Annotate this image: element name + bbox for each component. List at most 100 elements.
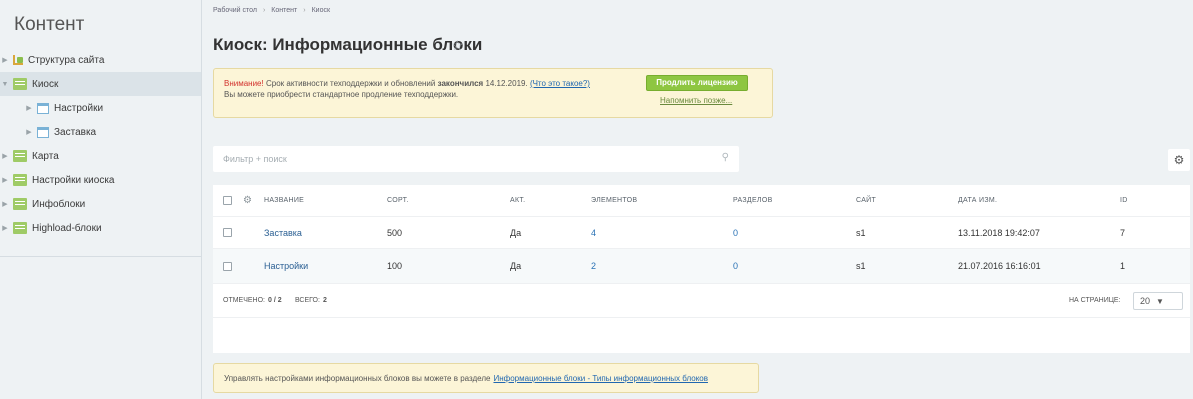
column-header-date[interactable]: ДАТА ИЗМ.	[958, 185, 997, 216]
sidebar-item-label: Инфоблоки	[32, 198, 86, 210]
notice-warning-word: Внимание!	[224, 79, 264, 88]
breadcrumb-item-kiosk[interactable]: Киоск	[312, 7, 330, 14]
sidebar-item-splash[interactable]: ▶ Заставка	[0, 120, 201, 144]
infoblocks-icon	[13, 198, 27, 210]
row-sections-link[interactable]: 0	[733, 217, 738, 248]
notice-line-2: Вы можете приобрести стандартное продлен…	[224, 90, 459, 99]
remind-later-link[interactable]: Напомнить позже...	[660, 96, 732, 105]
sidebar-item-label: Структура сайта	[28, 54, 105, 66]
sidebar-item-map[interactable]: ▶ Карта	[0, 144, 201, 168]
extend-license-button[interactable]: Продлить лицензию	[646, 75, 748, 91]
row-sort: 100	[387, 261, 403, 271]
column-header-elements[interactable]: ЭЛЕМЕНТОВ	[591, 185, 637, 216]
breadcrumb-separator-icon: ›	[262, 7, 266, 14]
row-id: 1	[1120, 261, 1126, 271]
notice-bold-text: закончился	[437, 79, 484, 88]
search-icon[interactable]: ⚲	[722, 152, 729, 163]
favorite-star-icon[interactable]: ☆	[451, 37, 464, 54]
table-footer: ОТМЕЧЕНО: 0 / 2 ВСЕГО: 2 НА СТРАНИЦЕ: 20…	[213, 284, 1190, 318]
site-structure-icon	[13, 55, 23, 65]
sidebar-item-site-structure[interactable]: ▶ Структура сайта	[0, 48, 201, 72]
infoblock-icon	[37, 126, 49, 138]
settings-gear-icon[interactable]: ⚙	[1168, 149, 1190, 171]
sidebar-item-label: Настройки киоска	[32, 174, 115, 186]
per-page-value: 20	[1140, 296, 1151, 306]
total-label: ВСЕГО:	[295, 297, 320, 304]
row-sections-link[interactable]: 0	[733, 249, 738, 283]
sidebar-title: Контент	[14, 14, 85, 35]
row-date: 13.11.2018 19:42:07	[958, 227, 1040, 238]
sidebar: Контент ▶ Структура сайта ▼ Киоск ▶ Наст…	[0, 0, 202, 399]
sidebar-item-label: Настройки	[54, 102, 104, 114]
row-checkbox[interactable]	[223, 261, 232, 271]
sidebar-item-highload[interactable]: ▶ Highload-блоки	[0, 216, 201, 240]
total-value: 2	[322, 297, 327, 304]
sidebar-item-label: Highload-блоки	[32, 222, 102, 234]
checked-value: 0 / 2	[268, 297, 282, 304]
total-counter: ВСЕГО: 2	[295, 284, 327, 317]
column-header-sections[interactable]: РАЗДЕЛОВ	[733, 185, 773, 216]
row-active: Да	[510, 227, 522, 238]
column-header-name[interactable]: НАЗВАНИЕ	[264, 185, 304, 216]
breadcrumb-separator-icon: ›	[303, 7, 306, 14]
filter-placeholder: Фильтр + поиск	[223, 154, 287, 164]
infoblocks-table: ⚙ НАЗВАНИЕ СОРТ. АКТ. ЭЛЕМЕНТОВ РАЗДЕЛОВ…	[213, 185, 1190, 353]
row-name-link[interactable]: Настройки	[264, 249, 308, 283]
table-header-row: ⚙ НАЗВАНИЕ СОРТ. АКТ. ЭЛЕМЕНТОВ РАЗДЕЛОВ…	[213, 185, 1190, 217]
breadcrumb-item-desktop[interactable]: Рабочий стол	[213, 7, 257, 14]
select-all-checkbox[interactable]	[223, 196, 232, 205]
column-header-site[interactable]: САЙТ	[856, 185, 876, 216]
notice-date: 14.12.2019.	[485, 79, 528, 88]
row-checkbox[interactable]	[223, 228, 232, 237]
per-page-select[interactable]: 20 ▼	[1133, 292, 1183, 310]
row-elements-link[interactable]: 4	[591, 217, 596, 248]
sidebar-item-settings[interactable]: ▶ Настройки	[0, 96, 201, 120]
breadcrumb-item-content[interactable]: Контент	[271, 7, 297, 14]
row-id: 7	[1120, 227, 1126, 238]
row-elements-link[interactable]: 2	[591, 249, 596, 283]
breadcrumb: Рабочий стол › Контент › Киоск	[213, 7, 330, 14]
column-header-sort[interactable]: СОРТ.	[387, 185, 409, 216]
expand-arrow-icon[interactable]: ▶	[24, 128, 34, 136]
table-row[interactable]: Заставка 500 Да 4 0 s1 13.11.2018 19:42:…	[213, 217, 1190, 249]
expand-arrow-icon[interactable]: ▶	[0, 152, 10, 160]
expand-arrow-icon[interactable]: ▶	[0, 56, 10, 64]
what-is-this-link[interactable]: (Что это такое?)	[530, 79, 590, 88]
sidebar-divider	[0, 256, 201, 257]
row-site: s1	[856, 261, 866, 271]
column-header-active[interactable]: АКТ.	[510, 185, 525, 216]
per-page-label: НА СТРАНИЦЕ:	[1069, 297, 1121, 304]
highload-icon	[13, 222, 27, 234]
bottom-notice-text: Управлять настройками информационных бло…	[224, 373, 491, 383]
sidebar-item-label: Карта	[32, 150, 59, 162]
row-site: s1	[856, 227, 866, 238]
sidebar-item-infoblocks[interactable]: ▶ Инфоблоки	[0, 192, 201, 216]
infoblock-icon	[37, 102, 49, 114]
expand-arrow-icon[interactable]: ▶	[0, 176, 10, 184]
checked-counter: ОТМЕЧЕНО: 0 / 2	[223, 284, 282, 317]
infoblock-types-link[interactable]: Информационные блоки - Типы информационн…	[493, 374, 708, 383]
row-settings-gear-icon[interactable]: ⚙	[243, 185, 252, 216]
collapse-arrow-icon[interactable]: ▼	[0, 81, 10, 88]
row-date: 21.07.2016 16:16:01	[958, 261, 1041, 271]
infoblock-type-icon	[13, 174, 27, 186]
license-warning-notice: Внимание! Срок активности техподдержки и…	[213, 68, 773, 118]
filter-search-input[interactable]: Фильтр + поиск ⚲	[213, 146, 739, 172]
notice-line-1: Внимание! Срок активности техподдержки и…	[224, 79, 590, 88]
infoblock-type-icon	[13, 150, 27, 162]
row-name-link[interactable]: Заставка	[264, 217, 302, 248]
checked-label: ОТМЕЧЕНО:	[223, 297, 265, 304]
column-header-id[interactable]: ID	[1120, 185, 1128, 216]
sidebar-item-kiosk[interactable]: ▼ Киоск	[0, 72, 201, 96]
sidebar-item-kiosk-settings[interactable]: ▶ Настройки киоска	[0, 168, 201, 192]
sidebar-item-label: Киоск	[32, 78, 59, 90]
notice-text: Срок активности техподдержки и обновлени…	[265, 79, 436, 88]
expand-arrow-icon[interactable]: ▶	[0, 224, 10, 232]
expand-arrow-icon[interactable]: ▶	[24, 104, 34, 112]
infoblock-settings-notice: Управлять настройками информационных бло…	[213, 363, 759, 393]
table-row[interactable]: Настройки 100 Да 2 0 s1 21.07.2016 16:16…	[213, 249, 1190, 284]
page-title: Киоск: Информационные блоки	[213, 35, 483, 54]
row-active: Да	[510, 261, 522, 271]
sidebar-item-label: Заставка	[54, 126, 97, 138]
expand-arrow-icon[interactable]: ▶	[0, 200, 10, 208]
